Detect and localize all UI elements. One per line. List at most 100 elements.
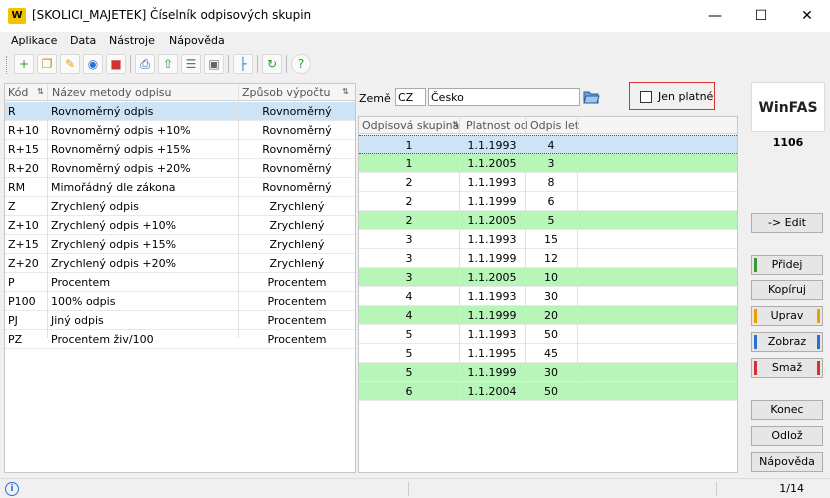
table-row[interactable]: 4 1.1.1993 30 <box>359 287 737 306</box>
jen-platne-checkbox[interactable] <box>640 91 652 103</box>
cell-zpusob: Rovnoměrný <box>262 181 332 194</box>
uprav-button[interactable]: Uprav <box>751 306 823 326</box>
cell-kod: R+15 <box>8 143 39 156</box>
jen-platne-filter[interactable]: Jen platné <box>629 82 715 110</box>
groups-table[interactable]: Odpisová skupina ⇅ Platnost od Odpis let… <box>358 116 738 473</box>
sort-icon[interactable]: ⇅ <box>452 120 459 129</box>
toolbar-grip[interactable] <box>6 56 9 74</box>
status-divider <box>716 482 717 496</box>
methods-table[interactable]: Kód ⇅ Název metody odpisu Způsob výpočtu… <box>4 83 356 473</box>
table-row[interactable]: 5 1.1.1993 50 <box>359 325 737 344</box>
menu-nastroje[interactable]: Nástroje <box>109 34 155 47</box>
cell-kod: R+20 <box>8 162 39 175</box>
cell-odpis-let: 6 <box>547 195 555 208</box>
layout-icon[interactable]: ▣ <box>204 54 224 74</box>
cell-platnost: 1.1.1993 <box>467 290 517 303</box>
table-row[interactable]: RM Mimořádný dle zákona Rovnoměrný <box>5 178 355 197</box>
edit-button[interactable]: -> Edit <box>751 213 823 233</box>
table-row[interactable]: Z+15 Zrychlený odpis +15% Zrychlený <box>5 235 355 254</box>
table-row[interactable]: 5 1.1.1999 30 <box>359 363 737 382</box>
table-row[interactable]: 3 1.1.2005 10 <box>359 268 737 287</box>
table-row[interactable]: 1 1.1.1993 4 <box>359 135 737 154</box>
menu-napoveda[interactable]: Nápověda <box>169 34 225 47</box>
header-odpisova-skupina[interactable]: Odpisová skupina <box>362 119 459 132</box>
cell-platnost: 1.1.1995 <box>467 347 517 360</box>
table-row[interactable]: Z Zrychlený odpis Zrychlený <box>5 197 355 216</box>
tree-icon[interactable]: ├ <box>233 54 253 74</box>
cell-kod: R+10 <box>8 124 39 137</box>
header-kod[interactable]: Kód <box>8 86 28 99</box>
delete-icon[interactable]: ■ <box>106 54 126 74</box>
table-row[interactable]: R+20 Rovnoměrný odpis +20% Rovnoměrný <box>5 159 355 178</box>
table-row[interactable]: Z+20 Zrychlený odpis +20% Zrychlený <box>5 254 355 273</box>
zobraz-label: Zobraz <box>767 335 807 348</box>
table-row[interactable]: R+10 Rovnoměrný odpis +10% Rovnoměrný <box>5 121 355 140</box>
copy-icon[interactable]: ❐ <box>37 54 57 74</box>
table-row[interactable]: P Procentem Procentem <box>5 273 355 292</box>
smaz-button[interactable]: Smaž <box>751 358 823 378</box>
cell-platnost: 1.1.1999 <box>467 195 517 208</box>
cell-odpis-let: 10 <box>544 271 558 284</box>
cell-odpis-let: 50 <box>544 328 558 341</box>
konec-button[interactable]: Konec <box>751 400 823 420</box>
toolbar-separator <box>257 55 258 73</box>
cell-nazev: Procentem <box>51 276 111 289</box>
cell-zpusob: Rovnoměrný <box>262 124 332 137</box>
header-zpusob[interactable]: Způsob výpočtu <box>242 86 331 99</box>
table-row[interactable]: R Rovnoměrný odpis Rovnoměrný <box>5 102 355 121</box>
table-row[interactable]: 6 1.1.2004 50 <box>359 382 737 401</box>
table-row[interactable]: 1 1.1.2005 3 <box>359 154 737 173</box>
maximize-icon[interactable]: ☐ <box>738 0 784 32</box>
blue-bar <box>754 335 757 349</box>
zeme-name-field[interactable]: Česko <box>428 88 580 106</box>
table-row[interactable]: Z+10 Zrychlený odpis +10% Zrychlený <box>5 216 355 235</box>
folder-open-icon[interactable] <box>583 88 600 105</box>
status-divider <box>408 482 409 496</box>
table-row[interactable]: 2 1.1.1999 6 <box>359 192 737 211</box>
table-row[interactable]: 5 1.1.1995 45 <box>359 344 737 363</box>
table-row[interactable]: PZ Procentem živ/100 Procentem <box>5 330 355 349</box>
title-bar: W [SKOLICI_MAJETEK] Číselník odpisových … <box>0 0 830 32</box>
table-row[interactable]: 3 1.1.1999 12 <box>359 249 737 268</box>
table-row[interactable]: 2 1.1.1993 8 <box>359 173 737 192</box>
close-icon[interactable]: ✕ <box>784 0 830 32</box>
help-icon[interactable]: ? <box>291 54 311 74</box>
cell-nazev: Mimořádný dle zákona <box>51 181 176 194</box>
pridej-button[interactable]: Přidej <box>751 255 823 275</box>
info-icon[interactable]: i <box>5 482 19 496</box>
kopiruj-button[interactable]: Kopíruj <box>751 280 823 300</box>
header-odpis-let[interactable]: Odpis let <box>530 119 579 132</box>
table-row[interactable]: P100 100% odpis Procentem <box>5 292 355 311</box>
sort-icon[interactable]: ⇅ <box>37 87 44 96</box>
export-icon[interactable]: ⇧ <box>158 54 178 74</box>
zeme-code-field[interactable]: CZ <box>395 88 426 106</box>
view-icon[interactable]: ◉ <box>83 54 103 74</box>
cell-platnost: 1.1.2005 <box>467 157 517 170</box>
zobraz-button[interactable]: Zobraz <box>751 332 823 352</box>
cell-platnost: 1.1.1993 <box>467 176 517 189</box>
edit-icon[interactable]: ✎ <box>60 54 80 74</box>
table-row[interactable]: 4 1.1.1999 20 <box>359 306 737 325</box>
cell-nazev: Rovnoměrný odpis <box>51 105 154 118</box>
sort-icon[interactable]: ⇅ <box>342 87 349 96</box>
minimize-icon[interactable]: — <box>692 0 738 32</box>
refresh-icon[interactable]: ↻ <box>262 54 282 74</box>
cell-kod: P100 <box>8 295 36 308</box>
cell-kod: Z+20 <box>8 257 39 270</box>
print-icon[interactable]: ⎙ <box>135 54 155 74</box>
table-row[interactable]: 2 1.1.2005 5 <box>359 211 737 230</box>
cell-odpis-let: 4 <box>547 139 555 152</box>
table-row[interactable]: R+15 Rovnoměrný odpis +15% Rovnoměrný <box>5 140 355 159</box>
zeme-label: Země : <box>359 92 398 105</box>
table-row[interactable]: 3 1.1.1993 15 <box>359 230 737 249</box>
header-nazev[interactable]: Název metody odpisu <box>52 86 172 99</box>
table-row[interactable]: PJ Jiný odpis Procentem <box>5 311 355 330</box>
menu-data[interactable]: Data <box>70 34 96 47</box>
napoveda-button[interactable]: Nápověda <box>751 452 823 472</box>
header-platnost-od[interactable]: Platnost od <box>466 119 528 132</box>
cell-zpusob: Zrychlený <box>269 200 325 213</box>
menu-aplikace[interactable]: Aplikace <box>11 34 57 47</box>
odloz-button[interactable]: Odlož <box>751 426 823 446</box>
grid-icon[interactable]: ☰ <box>181 54 201 74</box>
add-icon[interactable]: + <box>14 54 34 74</box>
